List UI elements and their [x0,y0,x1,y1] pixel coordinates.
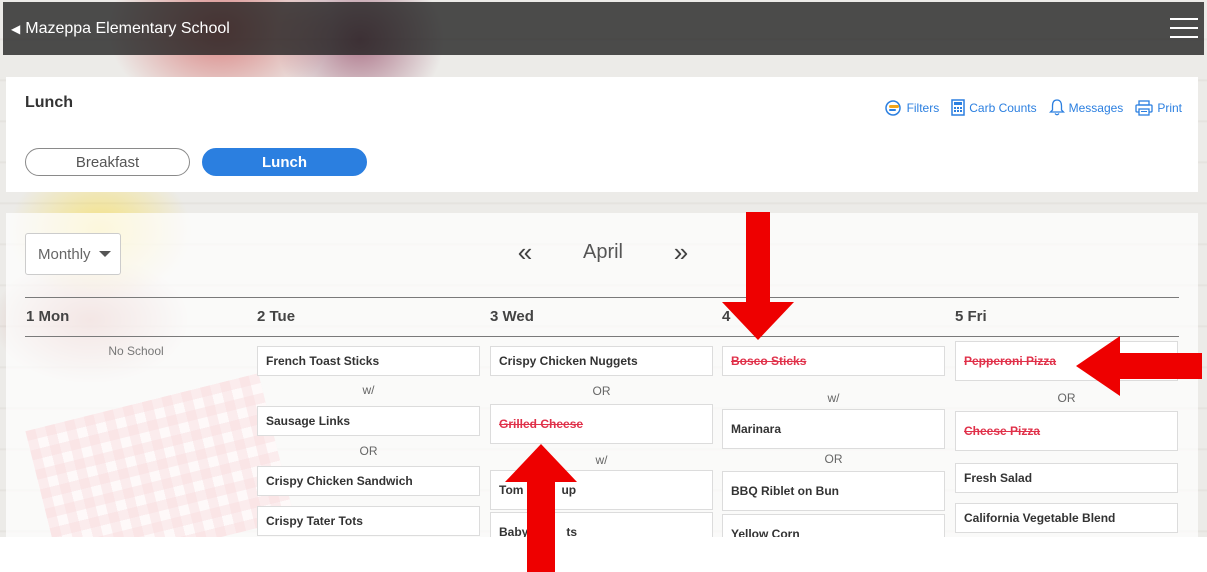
menu-item[interactable]: Crispy Chicken Nuggets [490,346,713,376]
tab-lunch[interactable]: Lunch [202,148,367,176]
view-select[interactable]: Monthly [25,233,121,275]
menu-item[interactable]: Marinara [722,409,945,449]
day-header-tue: 2 Tue [257,308,296,325]
day-header-mon: 1 Mon [26,308,70,325]
carb-counts-label: Carb Counts [969,100,1037,115]
printer-icon [1135,99,1153,116]
menu-item[interactable]: Crispy Chicken Sandwich [257,466,480,496]
toolbar: Filters Carb Counts Messages Print [883,99,1182,116]
messages-button[interactable]: Messages [1048,99,1124,116]
tab-breakfast[interactable]: Breakfast [25,148,190,176]
menu-item-unavailable[interactable]: Bosco Sticks [722,346,945,376]
back-arrow-icon: ◀ [11,21,21,36]
menu-icon[interactable] [1170,18,1198,38]
next-month-icon[interactable]: » [666,237,696,268]
page-title: Lunch [25,94,73,111]
back-button[interactable]: ◀ Mazeppa Elementary School [11,20,230,38]
divider-top [25,297,1179,298]
calendar-panel: Monthly « April » 1 Mon 2 Tue 3 Wed 4 5 … [6,213,1198,537]
left-arrow-annotation-icon [1076,336,1202,396]
header-panel: Lunch Breakfast Lunch Filters Carb Count… [6,77,1198,192]
menu-separator: OR [359,444,378,458]
up-arrow-annotation-icon [505,444,577,572]
view-select-value: Monthly [38,245,91,263]
menu-item[interactable]: Sausage Links [257,406,480,436]
carb-counts-button[interactable]: Carb Counts [951,99,1037,116]
menu-item-unavailable[interactable]: Grilled Cheese [490,404,713,444]
day-header-wed: 3 Wed [490,308,534,325]
print-label: Print [1157,100,1182,115]
filter-icon [883,99,903,116]
menu-item[interactable]: Fresh Salad [955,463,1178,493]
menu-separator: OR [824,452,843,466]
menu-item[interactable]: French Toast Sticks [257,346,480,376]
divider-header [25,336,1179,337]
caret-down-icon [98,251,111,257]
menu-item[interactable]: Crispy Tater Tots [257,506,480,536]
app-background: ◀ Mazeppa Elementary School Lunch Breakf… [0,0,1207,537]
school-name: Mazeppa Elementary School [25,19,230,37]
print-button[interactable]: Print [1135,99,1182,116]
messages-label: Messages [1068,100,1124,115]
filters-label: Filters [906,100,940,115]
menu-item[interactable]: BBQ Riblet on Bun [722,471,945,511]
bell-icon [1048,99,1065,116]
menu-separator: w/ [827,391,840,405]
menu-item[interactable]: Yellow Corn [722,514,945,537]
calculator-icon [951,99,965,116]
filters-button[interactable]: Filters [883,99,940,116]
menu-item[interactable]: California Vegetable Blend [955,503,1178,533]
down-arrow-annotation-icon [722,212,794,340]
menu-item-unavailable[interactable]: Cheese Pizza [955,411,1178,451]
day-header-fri: 5 Fri [955,308,987,325]
month-nav: « April » [510,237,696,268]
menu-separator: OR [592,384,611,398]
top-bar: ◀ Mazeppa Elementary School [3,2,1204,55]
month-label: April [582,241,623,263]
menu-separator: w/ [362,383,375,397]
meal-tabs: Breakfast Lunch [25,148,367,176]
no-school-note: No School [108,344,164,358]
prev-month-icon[interactable]: « [510,237,540,268]
